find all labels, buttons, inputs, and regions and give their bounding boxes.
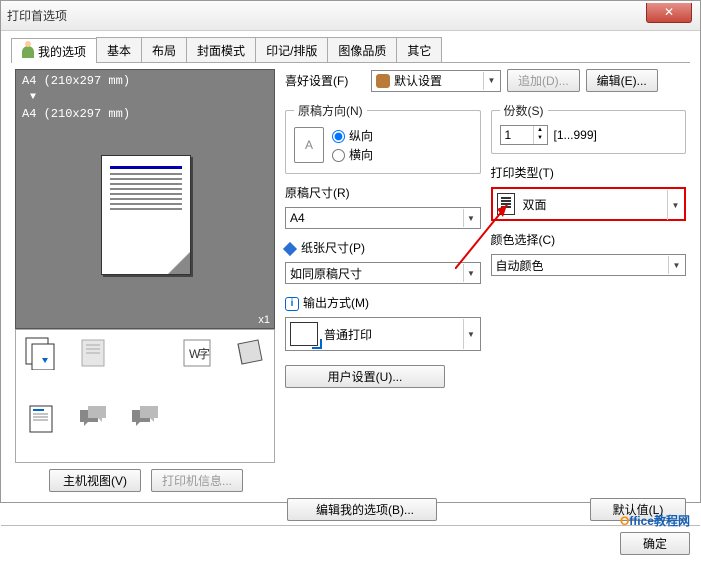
tab-label: 我的选项 <box>38 43 86 60</box>
print-type-label: 打印类型(T) <box>491 164 687 181</box>
tab-quality[interactable]: 图像品质 <box>327 37 397 62</box>
dog-icon <box>376 74 390 88</box>
preview-area: A4 (210x297 mm) ▼ A4 (210x297 mm) 1 x1 <box>15 69 275 329</box>
tab-basic[interactable]: 基本 <box>96 37 142 62</box>
chevron-down-icon: ▼ <box>667 190 683 220</box>
watermark: OOfficeffice教程网 <box>620 508 690 531</box>
paper-size-combo[interactable]: 如同原稿尺寸 ▼ <box>285 262 481 284</box>
thumb-chat2-icon[interactable] <box>128 402 162 436</box>
host-view-button[interactable]: 主机视图(V) <box>49 469 141 492</box>
orientation-legend: 原稿方向(N) <box>294 102 367 119</box>
tab-layout[interactable]: 布局 <box>141 37 187 62</box>
thumb-book-icon[interactable] <box>232 336 266 370</box>
tab-label: 其它 <box>407 42 431 59</box>
chevron-down-icon: ▼ <box>668 256 684 274</box>
color-combo[interactable]: 自动颜色 ▼ <box>491 254 687 276</box>
color-label: 颜色选择(C) <box>491 231 687 248</box>
thumb-wordfill-icon[interactable]: W字 <box>180 336 214 370</box>
favorite-add-button[interactable]: 追加(D)... <box>507 69 580 92</box>
spinner-buttons-icon[interactable]: ▲▼ <box>533 126 547 144</box>
down-arrow-icon: ▼ <box>16 92 274 103</box>
tab-strip: 我的选项 基本 布局 封面模式 印记/排版 图像品质 其它 <box>11 37 690 63</box>
copies-group: 份数(S) 1 ▲▼ [1...999] <box>491 102 687 154</box>
preview-size-to: A4 (210x297 mm) <box>16 103 274 125</box>
chevron-down-icon: ▼ <box>463 209 479 227</box>
output-combo[interactable]: 普通打印 ▼ <box>285 317 481 351</box>
printer-info-button[interactable]: 打印机信息... <box>151 469 243 492</box>
preview-size-from: A4 (210x297 mm) <box>16 70 274 92</box>
window-title: 打印首选项 <box>7 7 67 24</box>
tab-label: 封面模式 <box>197 42 245 59</box>
svg-text:字: 字 <box>198 346 210 361</box>
original-size-combo[interactable]: A4 ▼ <box>285 207 481 229</box>
favorite-label: 喜好设置(F) <box>285 72 365 89</box>
copies-spinner[interactable]: 1 ▲▼ <box>500 125 548 145</box>
orientation-page-icon: A <box>294 127 324 163</box>
original-size-label: 原稿尺寸(R) <box>285 184 481 201</box>
tab-cover[interactable]: 封面模式 <box>186 37 256 62</box>
output-label: 输出方式(M) <box>303 296 369 310</box>
thumb-pages-icon[interactable] <box>76 336 110 370</box>
favorite-edit-button[interactable]: 编辑(E)... <box>586 69 658 92</box>
original-size-value: A4 <box>290 211 305 225</box>
copies-legend: 份数(S) <box>500 102 548 119</box>
thumb-duplex-icon[interactable] <box>24 336 58 370</box>
diamond-icon <box>283 242 297 256</box>
thumbnail-box: W字 <box>15 329 275 463</box>
portrait-radio[interactable]: 纵向 <box>332 127 373 144</box>
page-icon <box>497 193 515 215</box>
paper-size-label: 纸张尺寸(P) <box>301 241 365 255</box>
favorite-combo[interactable]: 默认设置 ▼ <box>371 70 501 92</box>
info-icon: i <box>285 297 299 311</box>
edit-my-options-button[interactable]: 编辑我的选项(B)... <box>287 498 437 521</box>
preview-count: x1 <box>258 314 270 326</box>
tab-label: 图像品质 <box>338 42 386 59</box>
print-type-value: 双面 <box>523 196 547 213</box>
orientation-group: 原稿方向(N) A 纵向 横向 <box>285 102 481 174</box>
color-value: 自动颜色 <box>496 257 544 274</box>
ok-button[interactable]: 确定 <box>620 532 690 555</box>
close-button[interactable]: ✕ <box>646 3 692 23</box>
chevron-down-icon: ▼ <box>483 72 499 90</box>
paper-size-value: 如同原稿尺寸 <box>290 265 362 282</box>
tab-other[interactable]: 其它 <box>396 37 442 62</box>
printer-icon <box>290 322 318 346</box>
copies-value: 1 <box>505 128 512 142</box>
thumb-chat1-icon[interactable] <box>76 402 110 436</box>
output-value: 普通打印 <box>324 326 372 343</box>
chevron-down-icon: ▼ <box>463 319 479 349</box>
print-type-combo[interactable]: 双面 ▼ <box>491 187 687 221</box>
tab-my-options[interactable]: 我的选项 <box>11 38 97 63</box>
user-settings-button[interactable]: 用户设置(U)... <box>285 365 445 388</box>
tab-label: 布局 <box>152 42 176 59</box>
thumb-doc-icon[interactable] <box>24 402 58 436</box>
preview-page-icon: 1 <box>101 155 191 275</box>
copies-range: [1...999] <box>554 128 597 142</box>
edit-my-options-label: 编辑我的选项(B)... <box>316 501 414 518</box>
person-icon <box>22 46 34 58</box>
tab-stamp[interactable]: 印记/排版 <box>255 37 328 62</box>
landscape-radio[interactable]: 横向 <box>332 146 373 163</box>
favorite-value: 默认设置 <box>394 72 442 89</box>
chevron-down-icon: ▼ <box>463 264 479 282</box>
tab-label: 基本 <box>107 42 131 59</box>
tab-label: 印记/排版 <box>266 42 317 59</box>
